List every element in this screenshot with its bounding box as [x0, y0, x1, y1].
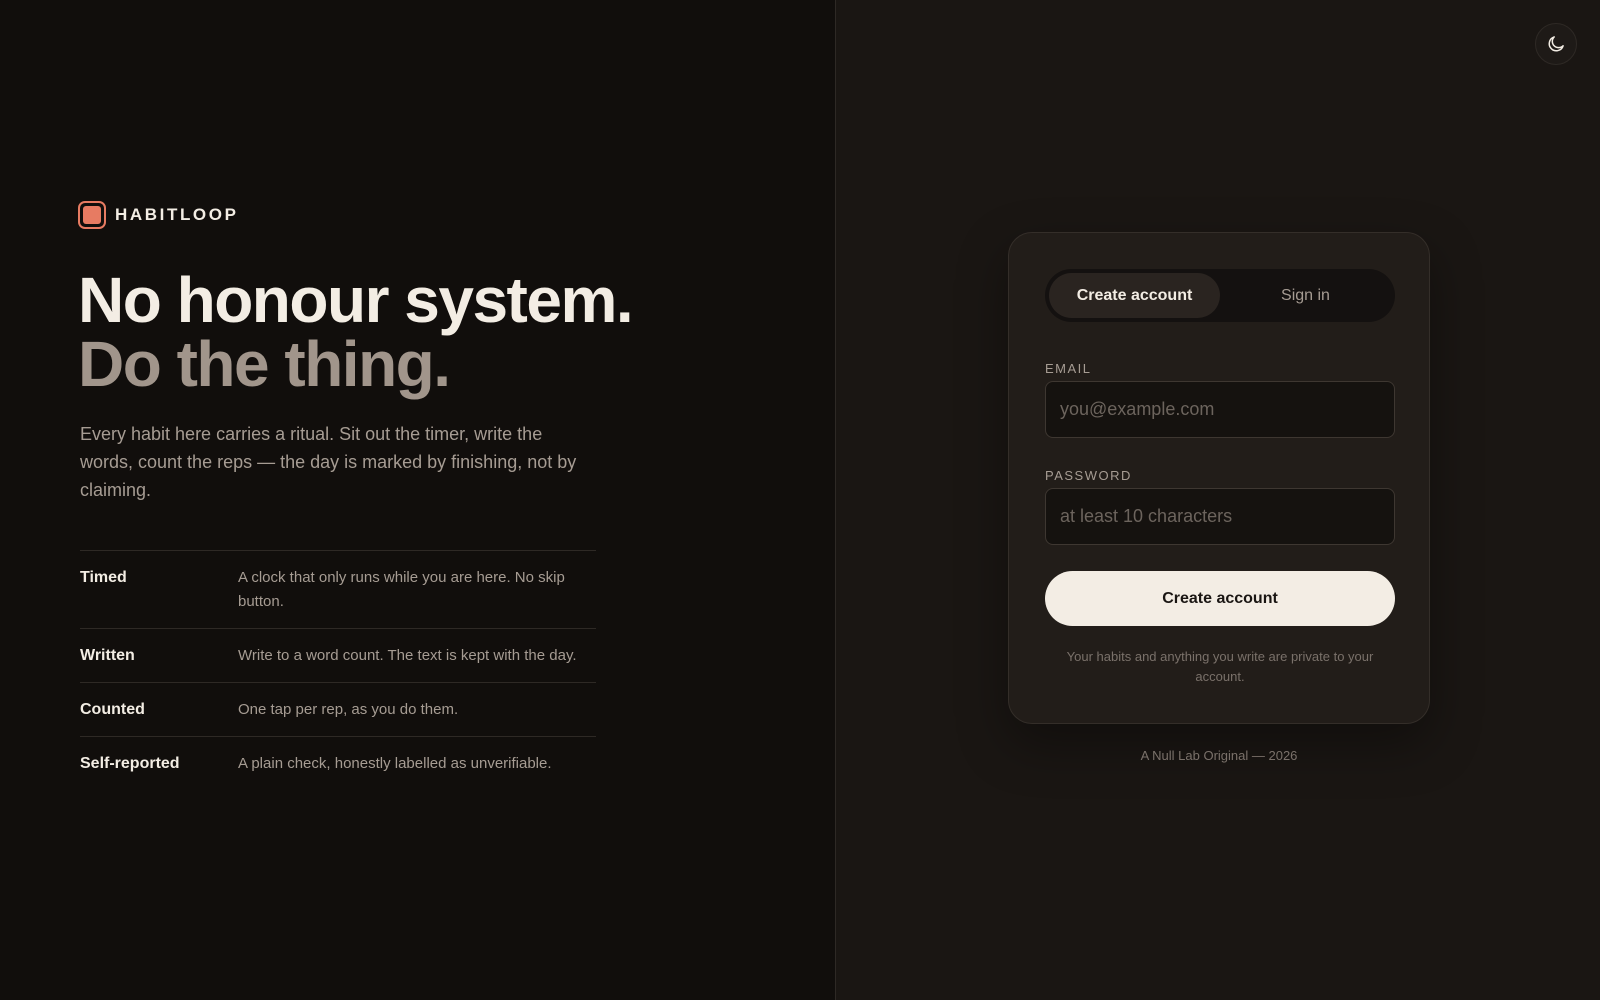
auth-tabs: Create account Sign in — [1045, 269, 1395, 322]
theme-toggle-button[interactable] — [1535, 23, 1577, 65]
feature-name: Written — [80, 647, 135, 664]
headline-line-2: Do the thing. — [78, 328, 451, 400]
email-label: EMAIL — [1045, 361, 1092, 376]
auth-card: Create account Sign in EMAIL PASSWORD Cr… — [1008, 232, 1430, 724]
lede-paragraph: Every habit here carries a ritual. Sit o… — [80, 424, 577, 500]
feature-description: A clock that only runs while you are her… — [238, 569, 565, 610]
feature-name: Timed — [80, 569, 127, 586]
feature-name: Self-reported — [80, 755, 180, 772]
feature-row: Written Write to a word count. The text … — [80, 629, 596, 683]
password-field[interactable] — [1045, 488, 1395, 545]
intro-panel: HABITLOOP No honour system. Do the thing… — [0, 0, 836, 1000]
feature-list: Timed A clock that only runs while you a… — [80, 550, 596, 790]
feature-description: A plain check, honestly labelled as unve… — [238, 755, 552, 772]
brand: HABITLOOP — [78, 201, 239, 229]
page: HABITLOOP No honour system. Do the thing… — [0, 0, 1600, 1000]
moon-icon — [1548, 36, 1564, 52]
email-field[interactable] — [1045, 381, 1395, 438]
feature-description: Write to a word count. The text is kept … — [238, 647, 577, 664]
headline: No honour system. Do the thing. — [78, 264, 634, 400]
tab-sign-in[interactable]: Sign in — [1220, 273, 1391, 318]
footer-credit: A Null Lab Original — 2026 — [1140, 748, 1298, 763]
square-logo-icon — [78, 201, 106, 229]
tab-create-account[interactable]: Create account — [1049, 273, 1220, 318]
privacy-note: Your habits and anything you write are p… — [1066, 649, 1374, 684]
password-label: PASSWORD — [1045, 468, 1132, 483]
feature-description: One tap per rep, as you do them. — [238, 701, 459, 718]
brand-name: HABITLOOP — [115, 205, 239, 224]
headline-line-1: No honour system. — [78, 264, 634, 336]
feature-name: Counted — [80, 701, 145, 718]
feature-row: Timed A clock that only runs while you a… — [80, 551, 596, 629]
feature-row: Counted One tap per rep, as you do them. — [80, 683, 596, 737]
auth-panel: Create account Sign in EMAIL PASSWORD Cr… — [836, 0, 1600, 1000]
create-account-button[interactable]: Create account — [1045, 571, 1395, 626]
feature-row: Self-reported A plain check, honestly la… — [80, 737, 596, 790]
